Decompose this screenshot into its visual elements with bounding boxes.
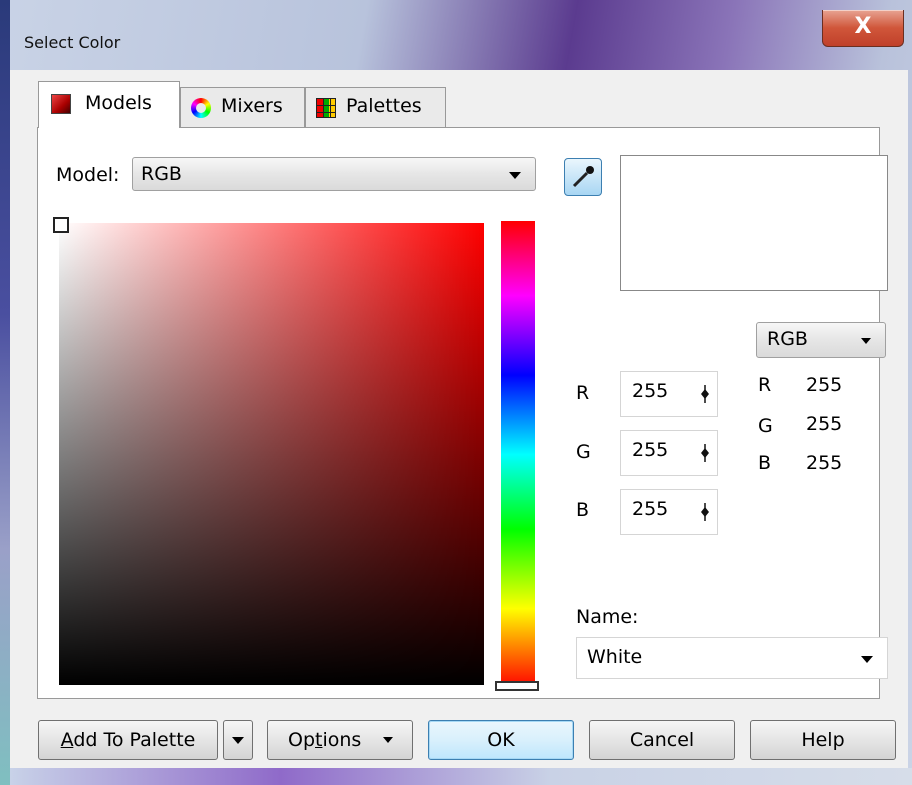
- cancel-button[interactable]: Cancel: [589, 720, 735, 760]
- mixers-ring-icon: [191, 98, 211, 118]
- hue-slider-handle[interactable]: [495, 681, 539, 691]
- cancel-label: Cancel: [629, 729, 695, 751]
- channel-label-b: B: [576, 499, 590, 521]
- help-label: Help: [801, 729, 845, 751]
- model-select-value: RGB: [141, 163, 182, 185]
- chevron-down-icon: [861, 338, 871, 344]
- ok-button[interactable]: OK: [428, 720, 574, 760]
- title-bar[interactable]: Select Color X: [10, 10, 908, 70]
- help-button[interactable]: Help: [750, 720, 896, 760]
- tab-palettes[interactable]: Palettes: [305, 87, 446, 127]
- name-combo[interactable]: White: [576, 637, 888, 679]
- readout-value-r: 255: [806, 374, 843, 396]
- options-label: Options: [288, 721, 361, 759]
- readout-label-b: B: [758, 452, 772, 474]
- tab-palettes-label: Palettes: [346, 95, 422, 117]
- chevron-down-icon: [509, 172, 521, 179]
- b-field[interactable]: 255: [620, 489, 718, 535]
- close-button[interactable]: X: [822, 10, 904, 47]
- palettes-grid-icon: [316, 98, 336, 118]
- b-value: 255: [632, 498, 669, 520]
- g-value: 255: [632, 439, 669, 461]
- readout-value-b: 255: [806, 452, 843, 474]
- g-field[interactable]: 255: [620, 430, 718, 476]
- add-to-palette-button[interactable]: Add To Palette: [38, 720, 218, 760]
- tab-mixers[interactable]: Mixers: [180, 87, 305, 127]
- chevron-down-icon: [861, 656, 873, 663]
- readout-model-value: RGB: [767, 328, 808, 350]
- add-to-palette-mnemonic: A: [60, 729, 74, 751]
- hue-bar[interactable]: [501, 221, 535, 688]
- readout-value-g: 255: [806, 413, 843, 435]
- readout-model-select[interactable]: RGB: [756, 322, 886, 358]
- ok-label: OK: [487, 729, 515, 751]
- color-square[interactable]: [59, 223, 484, 685]
- chevron-down-icon: [232, 737, 244, 744]
- add-to-palette-dropdown-button[interactable]: [223, 720, 253, 760]
- tab-models-label: Models: [85, 92, 152, 114]
- name-label: Name:: [576, 606, 639, 628]
- channel-label-r: R: [576, 382, 590, 404]
- eyedropper-button[interactable]: [564, 158, 602, 196]
- tab-models[interactable]: Models: [38, 81, 180, 128]
- crosshair-square-icon[interactable]: [53, 217, 69, 233]
- close-icon: X: [854, 14, 872, 39]
- window-title: Select Color: [24, 33, 121, 52]
- dialog-client: Models Mixers Palettes Model: RGB RGB R …: [10, 70, 908, 768]
- model-label: Model:: [56, 164, 120, 186]
- tab-mixers-label: Mixers: [221, 95, 283, 117]
- spinner-icon[interactable]: [701, 443, 709, 463]
- name-value: White: [587, 646, 643, 668]
- channel-label-g: G: [576, 441, 591, 463]
- chevron-down-icon: [383, 737, 393, 743]
- r-value: 255: [632, 380, 669, 402]
- options-button[interactable]: Options: [267, 720, 413, 760]
- readout-label-r: R: [758, 374, 772, 396]
- spinner-icon[interactable]: [701, 502, 709, 522]
- model-select[interactable]: RGB: [132, 157, 536, 191]
- add-to-palette-label: dd To Palette: [73, 729, 196, 751]
- window-border-bottom: [10, 768, 912, 785]
- options-label-part: Op: [288, 729, 316, 751]
- window-border-left: [0, 0, 10, 785]
- eyedropper-icon: [572, 166, 594, 188]
- models-panel: Model: RGB RGB R 255 G 255 B 255 R 255 G…: [37, 127, 888, 699]
- r-field[interactable]: 255: [620, 371, 718, 417]
- readout-label-g: G: [758, 415, 773, 437]
- spinner-icon[interactable]: [701, 384, 709, 404]
- options-label-part: ions: [322, 729, 362, 751]
- models-swatch-icon: [51, 94, 71, 114]
- color-preview: [620, 155, 888, 291]
